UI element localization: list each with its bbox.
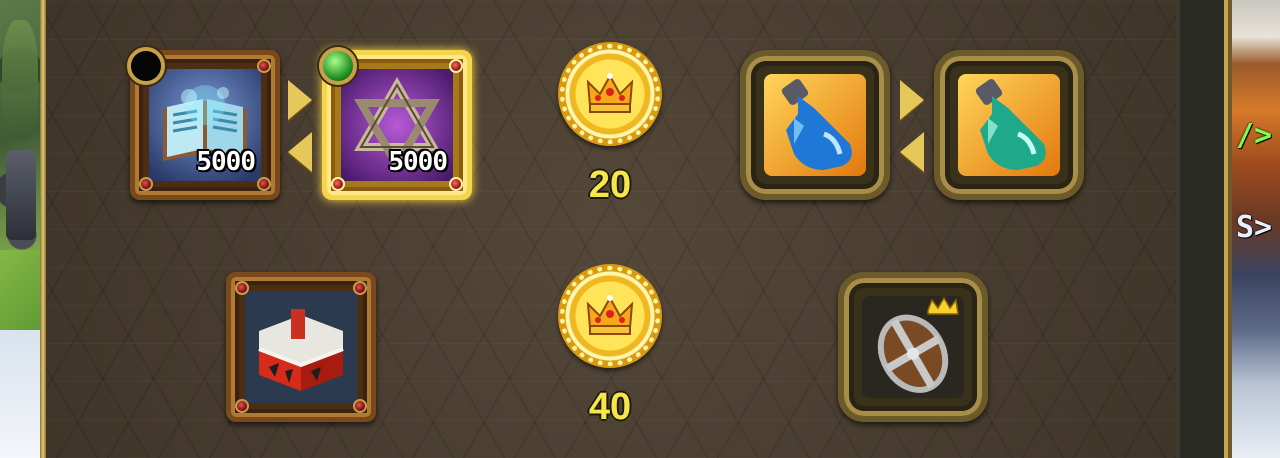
tree-sprite xyxy=(2,20,38,140)
rivet xyxy=(449,177,463,191)
rivet xyxy=(353,281,367,295)
exchange-item-slot-chest[interactable] xyxy=(226,272,376,422)
exchange-item-slot-blue-potion[interactable] xyxy=(740,50,890,200)
rivet xyxy=(257,59,271,73)
rivet xyxy=(331,177,345,191)
rivet xyxy=(235,399,249,413)
exchange-item-slot-teal-potion[interactable] xyxy=(934,50,1084,200)
exchange-cost-label: 40 xyxy=(588,386,632,428)
game-world-left-edge xyxy=(0,0,44,458)
active-indicator-icon xyxy=(319,47,357,85)
crown-shield-icon xyxy=(862,296,964,398)
rivet xyxy=(139,177,153,191)
armor-sprite xyxy=(6,150,36,240)
rivet xyxy=(353,399,367,413)
teal-potion-icon xyxy=(958,74,1060,176)
crown-coin-icon xyxy=(558,264,662,368)
exchange-item-slot-shield[interactable] xyxy=(838,272,988,422)
item-quantity: 5000 xyxy=(388,147,448,177)
empty-slot-indicator-icon xyxy=(127,47,165,85)
arrow-right-icon xyxy=(288,80,312,120)
snow-tile xyxy=(0,330,44,458)
arrow-left-icon xyxy=(288,132,312,172)
arrow-left-icon xyxy=(900,132,924,172)
chat-glyph: S> xyxy=(1236,210,1273,245)
exchange-item-slot-emblem[interactable]: 5000 xyxy=(319,47,472,200)
exchange-panel: 5000 5000 20 40 xyxy=(46,0,1176,458)
blue-potion-icon xyxy=(764,74,866,176)
arrow-right-icon xyxy=(900,80,924,120)
exchange-cost-label: 20 xyxy=(588,164,632,206)
exchange-item-slot-spellbook[interactable]: 5000 xyxy=(127,47,280,200)
rivet xyxy=(449,59,463,73)
grass-tile xyxy=(0,250,44,330)
item-quantity: 5000 xyxy=(196,147,256,177)
chat-glyph: /> xyxy=(1236,118,1273,153)
supply-chest-icon xyxy=(245,291,357,403)
rivet xyxy=(257,177,271,191)
panel-right-border xyxy=(1176,0,1232,458)
crown-coin-icon xyxy=(558,42,662,146)
game-world-right-edge: /> S> xyxy=(1232,0,1280,458)
rivet xyxy=(235,281,249,295)
